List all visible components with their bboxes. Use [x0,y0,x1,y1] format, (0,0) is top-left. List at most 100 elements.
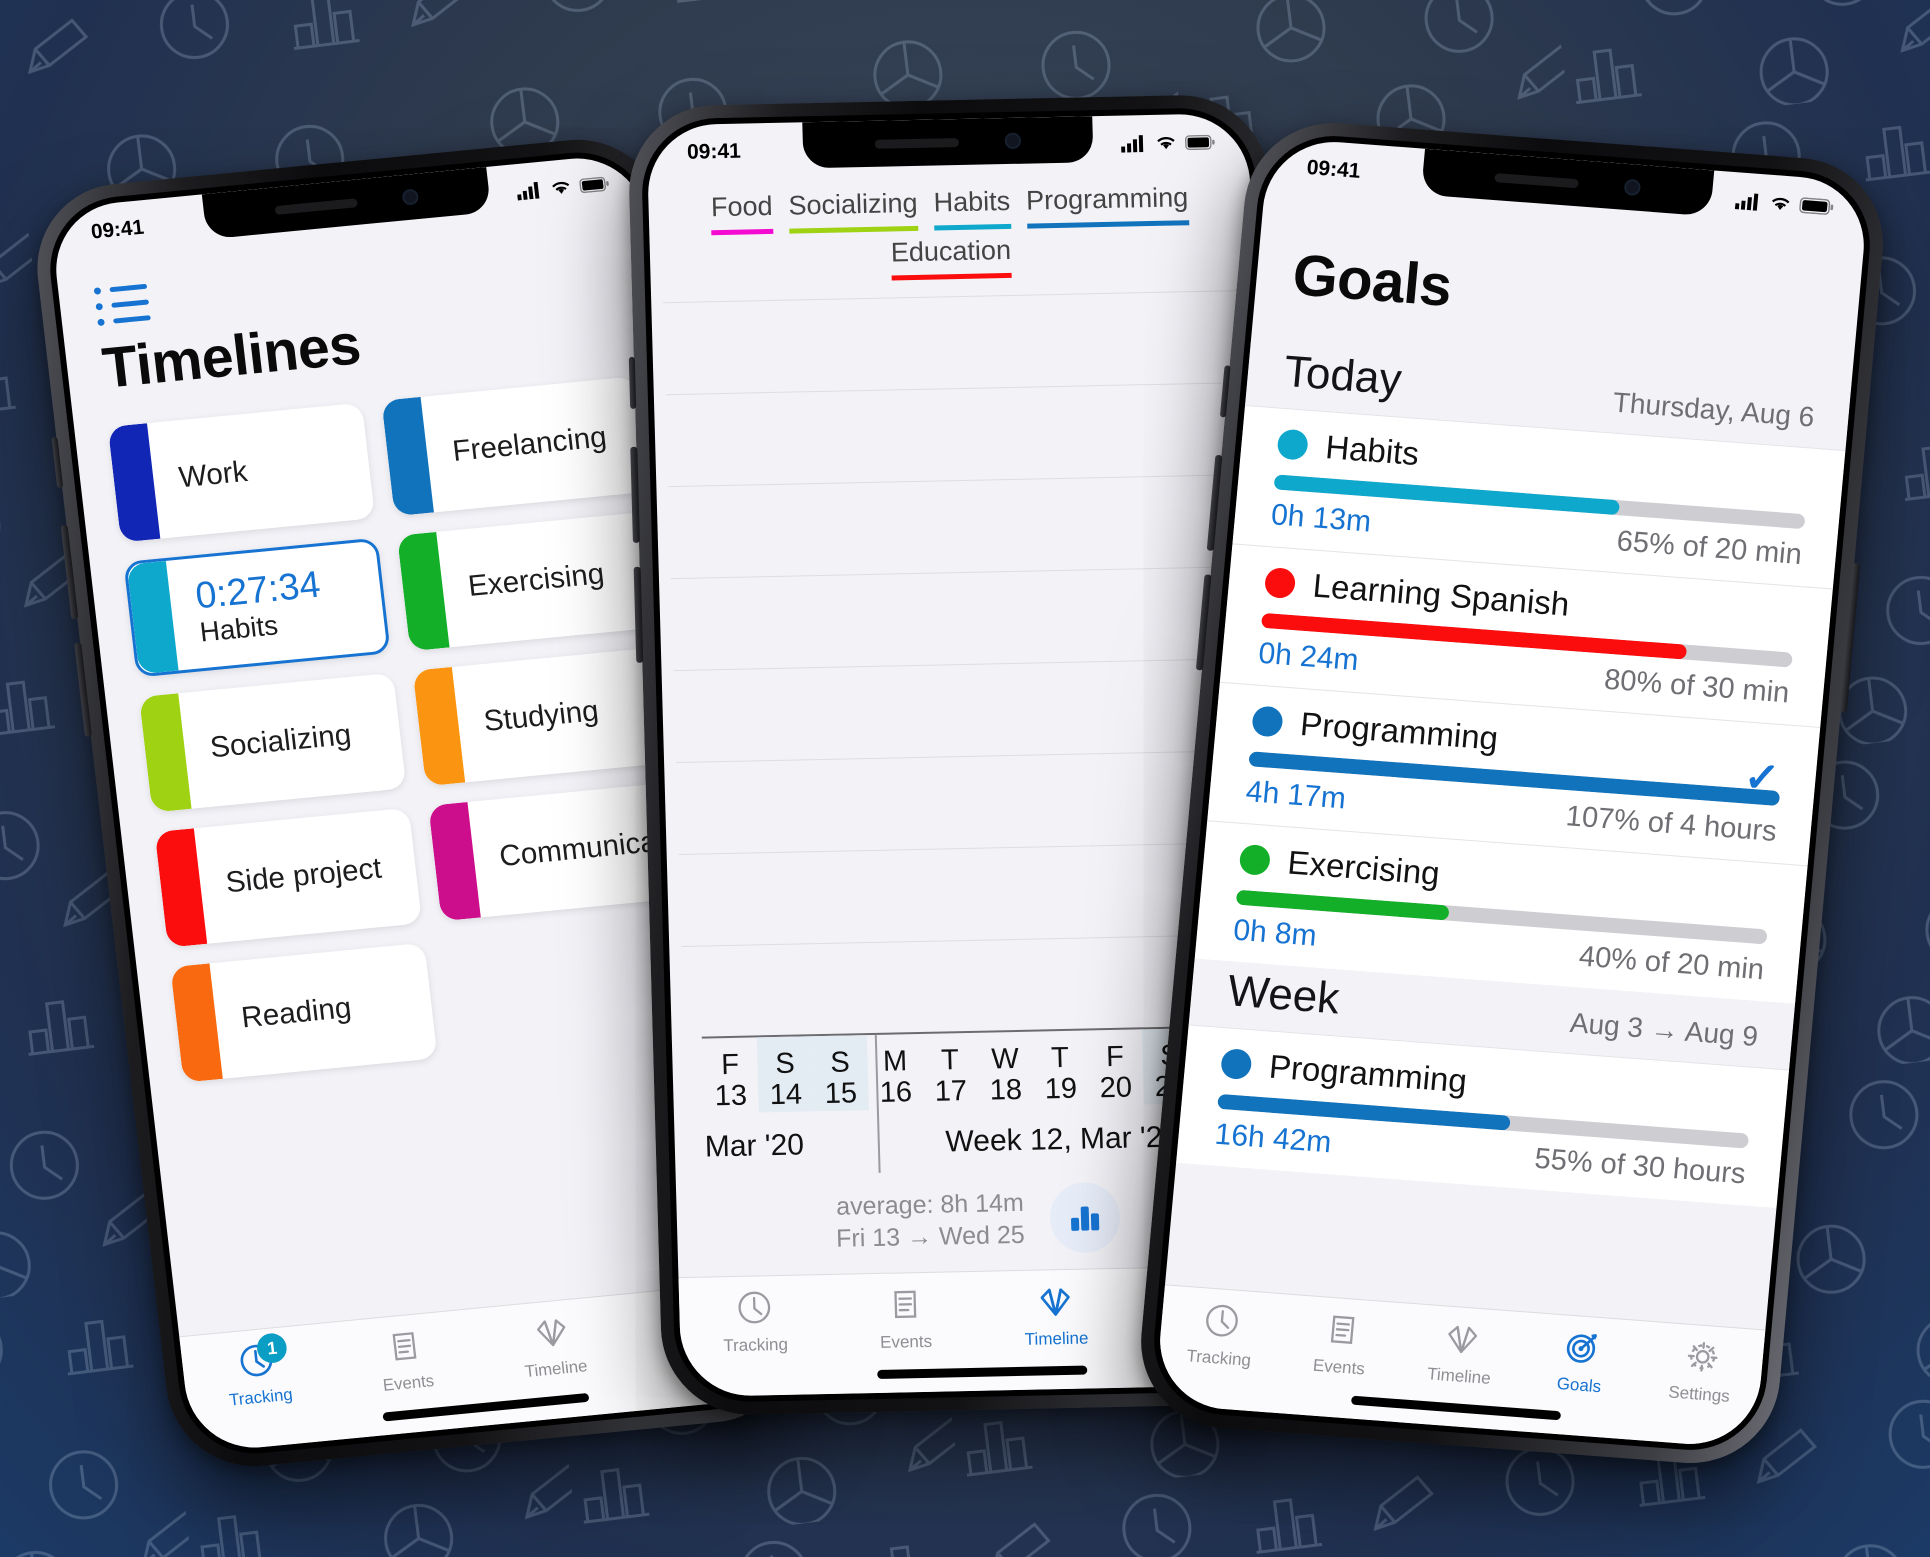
timeline-card[interactable]: Exercising [396,511,665,652]
goal-color-dot [1276,428,1309,461]
clock-icon: 1 [236,1332,289,1386]
notch [802,116,1094,169]
legend-item-programming[interactable]: Programming [1025,182,1189,229]
x-axis-tick: W 18 [977,1032,1034,1108]
goal-percent-label: 107% of 4 hours [1564,800,1779,848]
mute-switch[interactable] [628,356,637,409]
timeline-card[interactable]: Studying [412,646,680,787]
front-camera [1623,178,1642,196]
tab-label: Goals [1556,1373,1603,1397]
tab-timeline[interactable]: Timeline [476,1306,631,1386]
tab-events[interactable]: Events [1278,1306,1404,1382]
wifi-icon [1772,197,1790,211]
timeline-card[interactable]: Side project [154,807,422,948]
goal-percent-label: 65% of 20 min [1615,525,1804,572]
list-menu-icon[interactable] [93,283,151,327]
goal-name: Habits [1323,428,1421,473]
tab-goals[interactable]: Goals [1518,1324,1644,1400]
tab-label: Tracking [723,1334,789,1356]
earpiece-speaker [1494,172,1579,188]
goal-percent-label: 80% of 30 min [1602,663,1791,710]
week-label-left: Mar '20 [704,1128,805,1164]
timeline-card[interactable]: 0:27:34 Habits [123,537,391,678]
earpiece-speaker [874,137,960,149]
x-tick-weekday: W [990,1042,1020,1076]
goal-name: Learning Spanish [1311,566,1571,623]
x-tick-weekday: S [829,1046,851,1079]
cellular-signal-icon [1121,135,1144,153]
goal-name: Programming [1267,1047,1469,1100]
tab-tracking[interactable]: Tracking [1158,1297,1284,1373]
legend-item-socializing[interactable]: Socializing [788,187,919,234]
volume-up-button[interactable] [630,446,640,543]
timeline-name: Studying [482,694,601,738]
bar-chart-icon[interactable] [1049,1181,1122,1254]
x-tick-day: 20 [1099,1071,1133,1105]
timeline-card[interactable]: Reading [170,942,438,1083]
mute-switch[interactable] [51,436,64,489]
volume-down-button[interactable] [633,566,644,663]
tab-label: Events [879,1331,933,1352]
legend-item-education[interactable]: Education [890,234,1012,281]
x-axis-tick: S 14 [756,1036,814,1113]
timeline-card[interactable]: Work [107,402,376,543]
x-tick-weekday: F [720,1048,740,1082]
tab-events[interactable]: Events [328,1321,483,1401]
legend-item-habits[interactable]: Habits [933,185,1011,231]
timeline-card[interactable]: Freelancing [381,376,649,517]
tab-timeline[interactable]: Timeline [980,1281,1132,1351]
status-time: 09:41 [1305,155,1362,183]
x-tick-weekday: F [1105,1040,1125,1074]
tab-label: Timeline [1024,1328,1089,1349]
chart-date-range: Fri 13 → Wed 25 [835,1220,1026,1253]
tab-tracking[interactable]: 1 Tracking [181,1332,336,1415]
checkmark-icon: ✓ [1742,752,1782,802]
goals-content: Goals Today Thursday, Aug 6 Habits 0h 13… [1165,187,1865,1330]
chart-legend: Food Socializing Habits Programming Educ… [648,163,1253,296]
tab-label: Timeline [523,1356,589,1382]
tab-label: Events [381,1371,436,1395]
timeline-name: Reading [239,991,354,1035]
section-title: Week [1225,966,1342,1024]
goal-percent-label: 55% of 30 hours [1533,1142,1747,1191]
x-axis-tick: T 19 [1032,1031,1089,1107]
legend-item-food[interactable]: Food [710,190,774,236]
tab-label: Settings [1667,1382,1731,1406]
goal-percent-label: 40% of 20 min [1577,940,1766,987]
goal-name: Programming [1298,705,1500,757]
power-button[interactable] [1839,562,1861,713]
timelines-grid: Work Freelancing 0:27:34 Habits Exercisi… [107,376,711,1083]
cellular-signal-icon [1734,193,1759,211]
document-icon [383,1326,425,1372]
section-date-range: Aug 3 → Aug 9 [1568,1007,1760,1053]
tab-tracking[interactable]: Tracking [679,1287,831,1357]
x-tick-day: 18 [989,1074,1023,1107]
timeline-card[interactable]: Socializing [138,672,407,813]
tab-events[interactable]: Events [829,1284,981,1354]
tab-settings[interactable]: Settings [1638,1333,1764,1409]
goal-elapsed-time: 0h 13m [1269,498,1373,539]
status-time: 09:41 [89,215,146,244]
tab-label: Timeline [1426,1364,1492,1388]
wifi-icon [552,181,570,194]
wifi-icon [1157,137,1175,150]
x-axis-tick: S 15 [811,1035,869,1111]
volume-up-button[interactable] [60,524,79,620]
section-title: Today [1282,346,1404,405]
chart-average: average: 8h 14m [835,1188,1025,1221]
diamond-icon [1036,1282,1075,1326]
status-time: 09:41 [686,139,742,164]
goals-list: Today Thursday, Aug 6 Habits 0h 13m 65% … [1176,339,1852,1208]
section-date-range: Thursday, Aug 6 [1611,386,1816,433]
battery-icon [1184,134,1215,150]
timeline-name: Work [177,455,250,495]
timeline-name: Socializing [208,718,353,765]
goal-name: Exercising [1286,843,1442,892]
tab-label: Tracking [228,1384,294,1410]
tab-timeline[interactable]: Timeline [1398,1315,1524,1391]
battery-icon [1799,197,1834,215]
volume-down-button[interactable] [74,642,92,737]
x-tick-day: 14 [769,1078,803,1112]
stacked-bar-chart[interactable] [663,290,1261,1039]
x-tick-day: 17 [934,1075,968,1109]
